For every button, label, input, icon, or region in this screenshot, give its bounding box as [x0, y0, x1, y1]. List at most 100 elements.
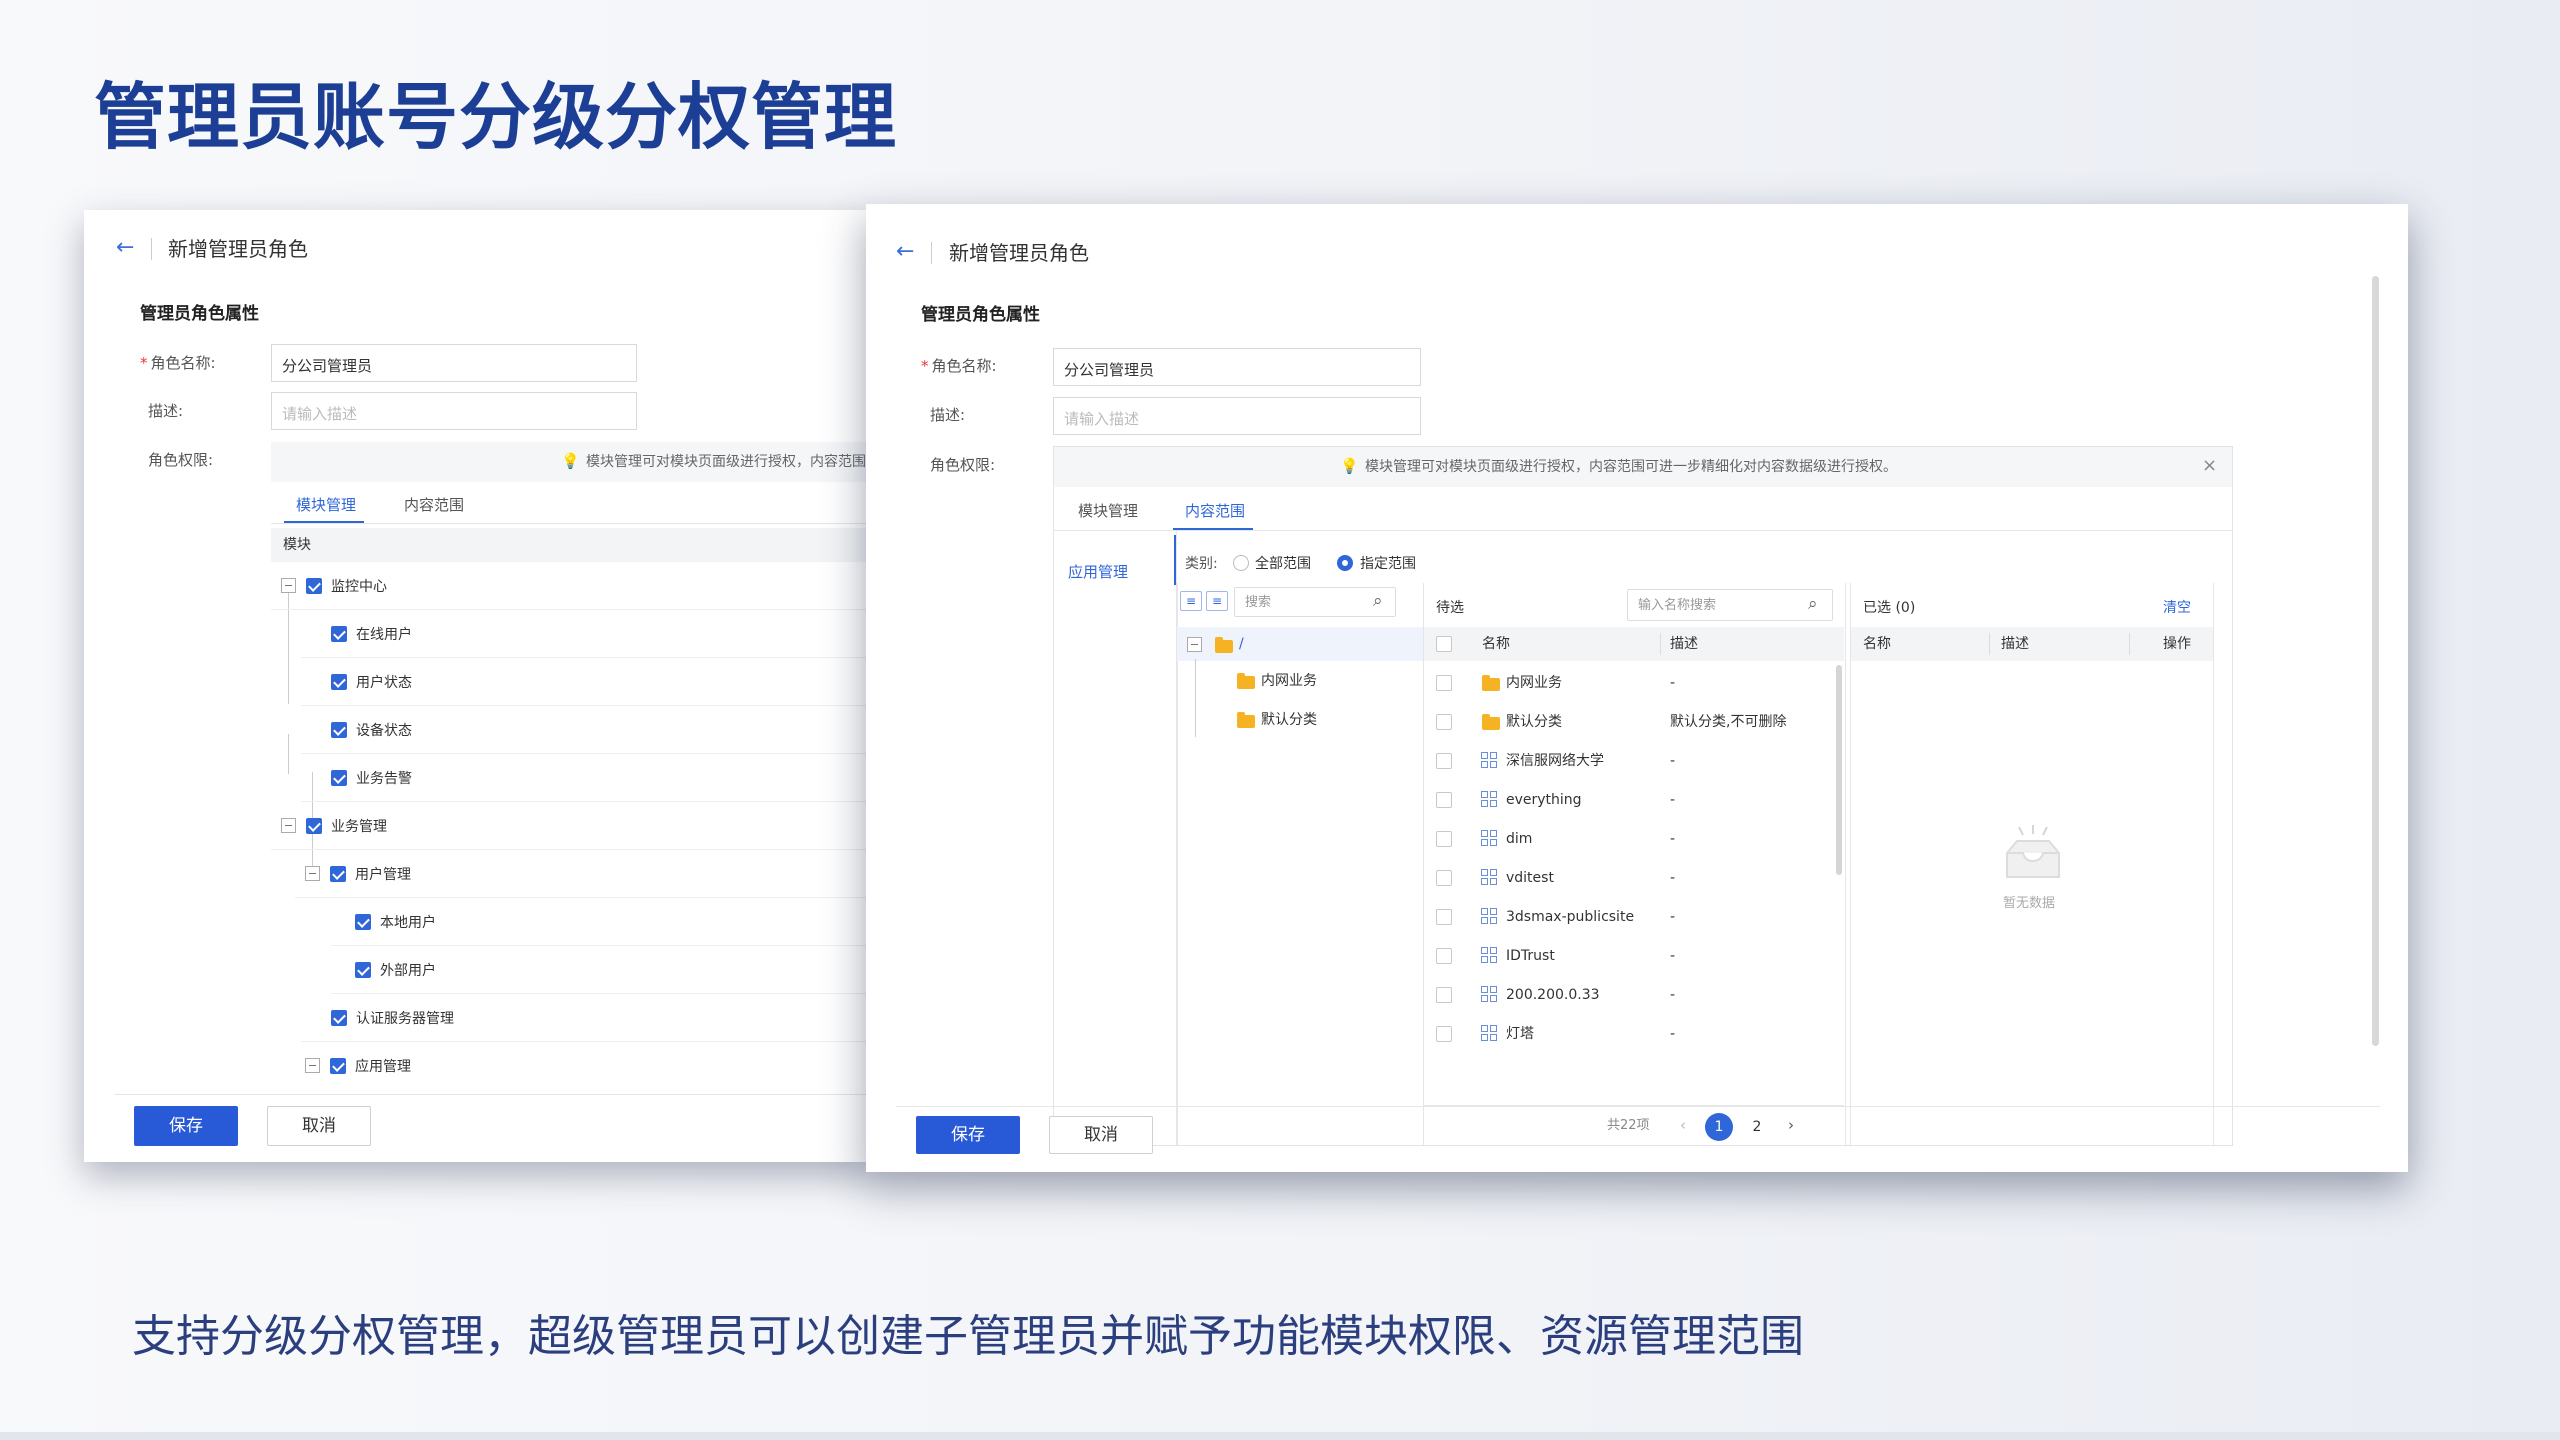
checkbox[interactable] — [330, 866, 346, 882]
pending-table-row[interactable]: 内网业务 - — [1424, 663, 1834, 702]
pending-table-row[interactable]: IDTrust - — [1424, 936, 1834, 975]
tree-row[interactable]: 监控中心 — [271, 562, 874, 610]
pending-table-row[interactable]: 灯塔 - — [1424, 1014, 1834, 1053]
collapse-icon[interactable] — [305, 866, 320, 881]
pending-scrollbar[interactable] — [1836, 665, 1842, 875]
next-page-icon[interactable]: › — [1788, 1118, 1794, 1133]
role-name-input[interactable]: 分公司管理员 — [271, 344, 637, 382]
page-2-button[interactable]: 2 — [1743, 1113, 1771, 1141]
side-item-app-management[interactable]: 应用管理 — [1068, 565, 1128, 580]
cancel-button[interactable]: 取消 — [1049, 1116, 1153, 1154]
tree-child-row[interactable]: 内网业务 — [1195, 664, 1423, 700]
tab-modules[interactable]: 模块管理 — [296, 498, 356, 513]
checkbox[interactable] — [306, 818, 322, 834]
row-checkbox[interactable] — [1436, 870, 1452, 886]
tree-row[interactable]: 用户状态 — [301, 658, 874, 706]
checkbox[interactable] — [331, 722, 347, 738]
row-description: - — [1670, 831, 1676, 847]
cancel-button[interactable]: 取消 — [267, 1106, 371, 1146]
checkbox[interactable] — [331, 1010, 347, 1026]
page-scrollbar[interactable] — [2372, 276, 2379, 1046]
tree-row[interactable]: 本地用户 — [331, 898, 874, 946]
collapse-all-icon[interactable]: ≡ — [1206, 591, 1228, 611]
pending-table-row[interactable]: dim - — [1424, 819, 1834, 858]
checkbox[interactable] — [331, 626, 347, 642]
back-arrow-icon[interactable]: ← — [896, 241, 914, 263]
pending-table-row[interactable]: 深信服网络大学 - — [1424, 741, 1834, 780]
tab-content-scope[interactable]: 内容范围 — [1185, 504, 1245, 519]
category-label: 类别: — [1185, 556, 1218, 572]
pending-table-row[interactable]: 3dsmax-publicsite - — [1424, 897, 1834, 936]
role-name-input[interactable]: 分公司管理员 — [1053, 348, 1421, 386]
tree-child-row[interactable]: 默认分类 — [1195, 703, 1423, 739]
tree-header-label: 模块 — [283, 537, 311, 553]
tree-search-input[interactable]: 搜索 ⌕ — [1234, 587, 1396, 617]
tab-divider — [271, 523, 874, 524]
description-input[interactable]: 请输入描述 — [1053, 397, 1421, 435]
row-name: 灯塔 — [1506, 1026, 1534, 1042]
role-name-label: * 角色名称: — [140, 354, 216, 372]
tree-row[interactable]: 在线用户 — [301, 610, 874, 658]
row-checkbox[interactable] — [1436, 909, 1452, 925]
back-arrow-icon[interactable]: ← — [116, 237, 134, 259]
row-checkbox[interactable] — [1436, 675, 1452, 691]
tab-modules[interactable]: 模块管理 — [1078, 504, 1138, 519]
pending-panel: 待选 输入名称搜索 ⌕ 名称 描述 内网业务 - 默认分类 默认分类,不可删除 深信服网… — [1424, 583, 1844, 1145]
radio-all-scope[interactable] — [1233, 555, 1249, 571]
folder-icon — [1482, 714, 1500, 730]
section-title: 管理员角色属性 — [140, 304, 259, 324]
pending-table-row[interactable]: everything - — [1424, 780, 1834, 819]
tree-row[interactable]: 用户管理 — [295, 850, 874, 898]
row-checkbox[interactable] — [1436, 792, 1452, 808]
section-title: 管理员角色属性 — [921, 305, 1040, 325]
tree-row[interactable]: 认证服务器管理 — [301, 994, 874, 1042]
pending-table-row[interactable]: 默认分类 默认分类,不可删除 — [1424, 702, 1834, 741]
search-icon[interactable]: ⌕ — [1373, 593, 1383, 610]
row-checkbox[interactable] — [1436, 948, 1452, 964]
checkbox[interactable] — [331, 770, 347, 786]
prev-page-icon[interactable]: ‹ — [1680, 1118, 1686, 1133]
collapse-icon[interactable] — [305, 1058, 320, 1073]
save-button[interactable]: 保存 — [916, 1116, 1020, 1154]
tree-row[interactable]: 业务告警 — [301, 754, 874, 802]
checkbox[interactable] — [306, 578, 322, 594]
tree-item-label: 在线用户 — [356, 627, 412, 643]
tree-root-row[interactable]: / — [1177, 627, 1423, 661]
search-icon[interactable]: ⌕ — [1808, 596, 1818, 613]
pending-table-row[interactable]: vditest - — [1424, 858, 1834, 897]
save-button[interactable]: 保存 — [134, 1106, 238, 1146]
row-checkbox[interactable] — [1436, 753, 1452, 769]
row-name: vditest — [1506, 870, 1554, 886]
collapse-icon[interactable] — [281, 578, 296, 593]
clear-button[interactable]: 清空 — [2163, 601, 2191, 615]
checkbox[interactable] — [355, 914, 371, 930]
checkbox[interactable] — [330, 1058, 346, 1074]
checkbox[interactable] — [355, 962, 371, 978]
row-checkbox[interactable] — [1436, 1026, 1452, 1042]
tree-row[interactable]: 设备状态 — [301, 706, 874, 754]
select-all-checkbox[interactable] — [1436, 636, 1452, 652]
collapse-icon[interactable] — [281, 818, 296, 833]
tab-content-scope[interactable]: 内容范围 — [404, 498, 464, 513]
pending-search-input[interactable]: 输入名称搜索 ⌕ — [1627, 589, 1833, 621]
close-icon[interactable]: × — [2202, 457, 2217, 475]
folder-icon — [1215, 637, 1233, 653]
expand-all-icon[interactable]: ≡ — [1180, 591, 1202, 611]
description-input[interactable]: 请输入描述 — [271, 392, 637, 430]
page-1-button[interactable]: 1 — [1705, 1113, 1733, 1141]
row-checkbox[interactable] — [1436, 714, 1452, 730]
radio-specified-scope-label: 指定范围 — [1360, 556, 1416, 572]
collapse-icon[interactable] — [1187, 637, 1202, 652]
tree-item-label: 外部用户 — [380, 963, 436, 979]
row-checkbox[interactable] — [1436, 831, 1452, 847]
checkbox[interactable] — [331, 674, 347, 690]
row-checkbox[interactable] — [1436, 987, 1452, 1003]
pending-table-row[interactable]: 200.200.0.33 - — [1424, 975, 1834, 1014]
divider — [1177, 583, 1178, 1145]
radio-specified-scope[interactable] — [1337, 555, 1353, 571]
permission-panel: 💡 模块管理可对模块页面级进行授权，内容范围可进一步精细化对内容数据级进行授权。… — [1053, 446, 2233, 1146]
tree-row[interactable]: 业务管理 — [271, 802, 874, 850]
header-divider — [151, 238, 152, 260]
tree-row[interactable]: 外部用户 — [331, 946, 874, 994]
tree-row[interactable]: 应用管理 — [295, 1042, 874, 1082]
